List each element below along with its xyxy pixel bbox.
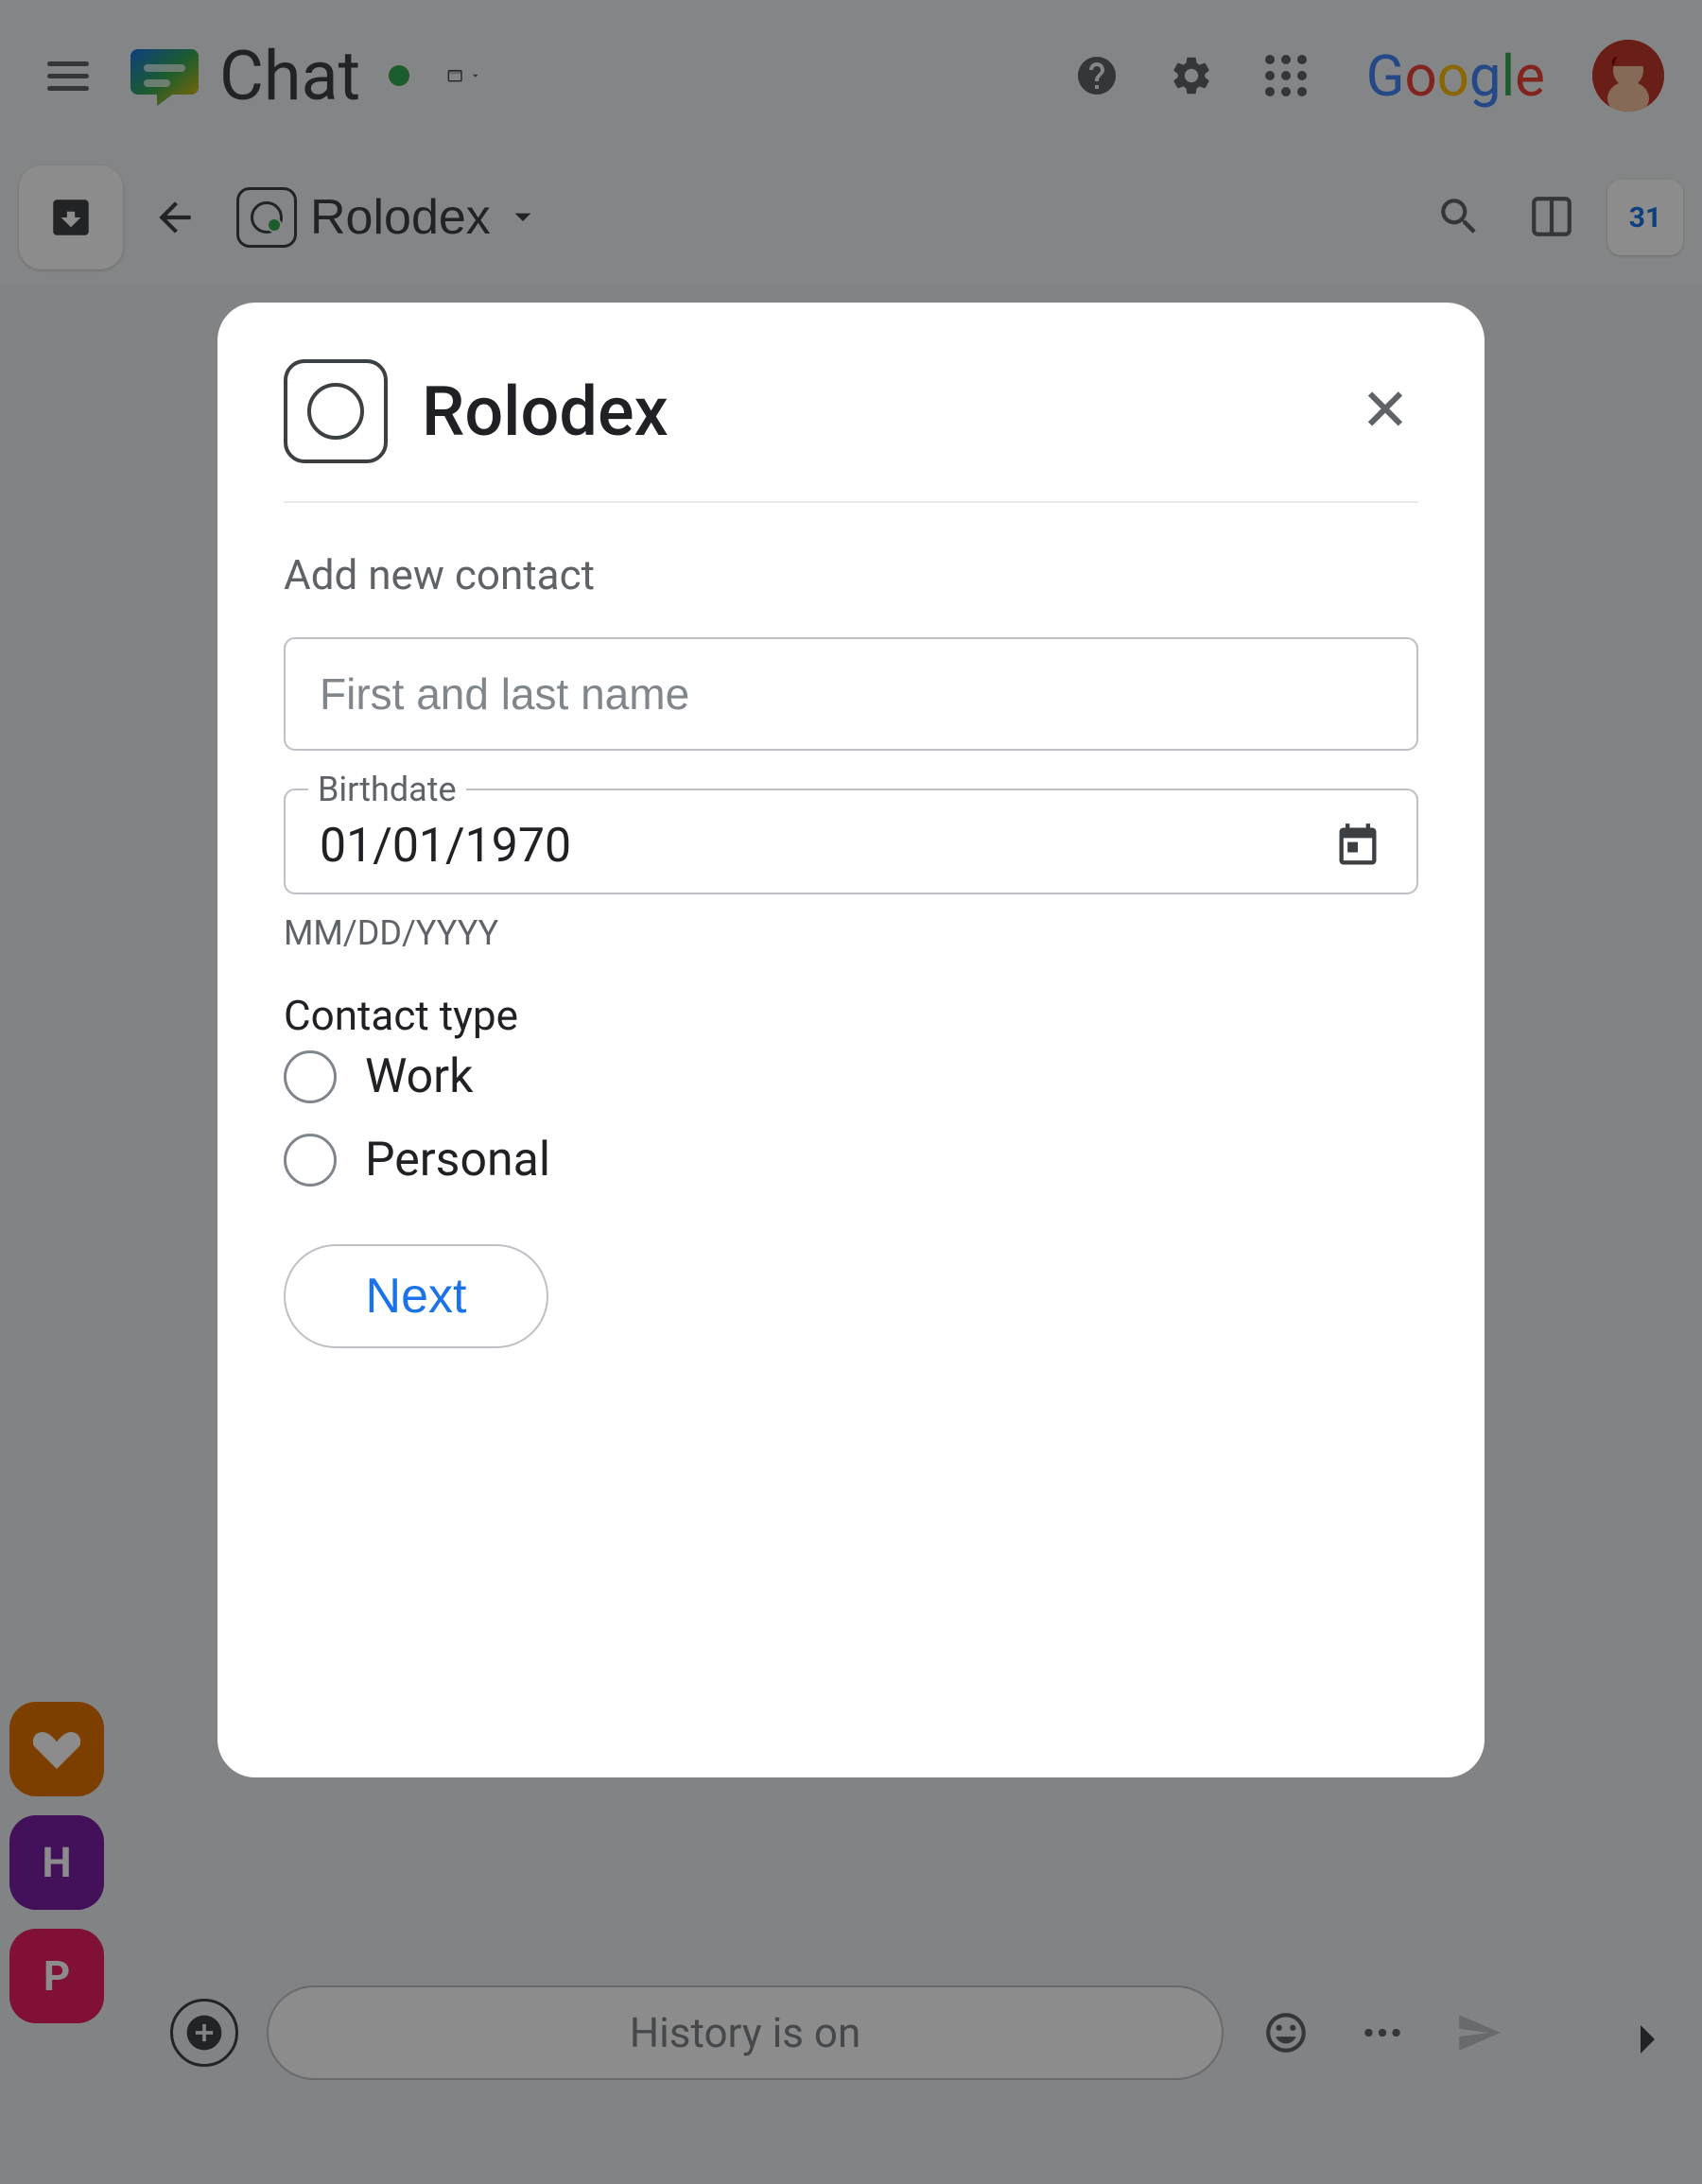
contact-type-label: Contact type [284,991,1418,1040]
modal-app-icon-inner [307,383,364,440]
rolodex-modal: Rolodex ✕ Add new contact Birthdate 01/0… [217,303,1485,1777]
modal-app-icon [284,359,388,463]
radio-work-circle [284,1050,337,1103]
radio-personal-label: Personal [365,1133,550,1187]
date-hint: MM/DD/YYYY [284,913,1418,953]
radio-work[interactable]: Work [284,1049,1418,1104]
add-contact-label: Add new contact [284,550,1418,599]
contact-type-radio-group: Work Personal [284,1049,1418,1187]
contact-type-section: Contact type Work Personal [284,991,1418,1187]
next-button[interactable]: Next [284,1244,548,1348]
radio-personal-circle [284,1134,337,1187]
radio-work-label: Work [365,1049,473,1104]
name-input[interactable] [284,637,1418,751]
modal-body: Add new contact Birthdate 01/01/1970 MM/… [217,503,1485,1405]
radio-personal[interactable]: Personal [284,1133,1418,1187]
birthdate-value: 01/01/1970 [320,819,571,874]
date-field-row: 01/01/1970 [320,819,1382,874]
birthdate-label: Birthdate [308,770,466,809]
date-picker-button[interactable] [1333,822,1382,871]
close-button[interactable]: ✕ [1352,378,1418,444]
modal-header: Rolodex ✕ [217,303,1485,501]
birthdate-field: Birthdate 01/01/1970 [284,789,1418,894]
modal-title: Rolodex [422,372,1318,452]
